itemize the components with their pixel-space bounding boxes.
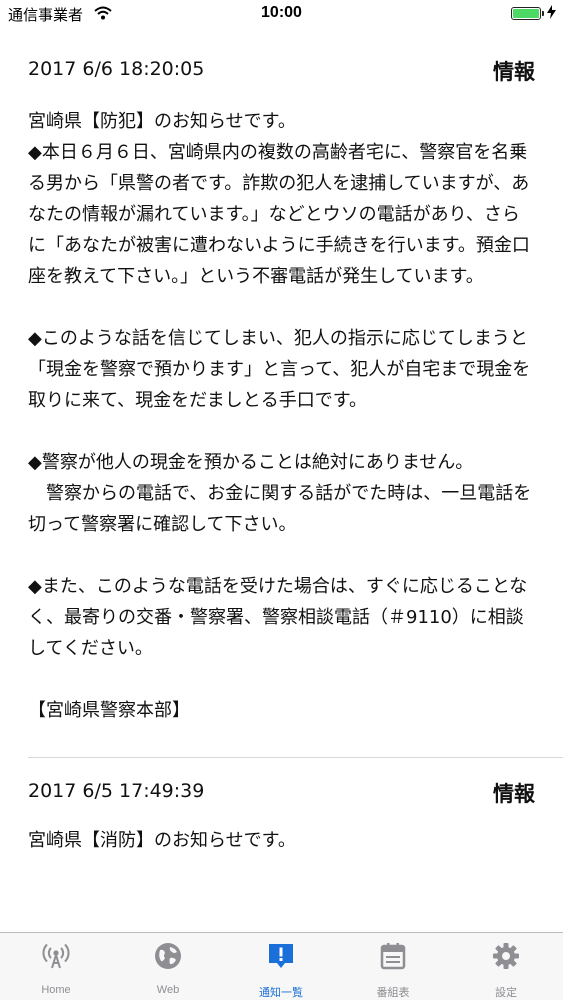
calendar-icon [380,943,406,970]
tab-notices[interactable]: 通知一覧 [225,933,337,1001]
notice-body: 宮崎県【消防】のお知らせです。 [28,830,296,851]
tab-notices-label: 通知一覧 [259,987,303,999]
tab-bar: Home Web 通知一覧 番組表 設定 [0,932,563,1000]
notice-date: 2017 6/5 17:49:39 [28,780,205,802]
gear-icon [493,943,519,969]
notice-body: 宮崎県【防犯】のお知らせです。 ◆本日６月６日、宮崎県内の複数の高齢者宅に、警察… [28,111,532,721]
globe-icon [155,943,181,969]
tab-web-label: Web [156,984,180,996]
tab-settings-label: 設定 [495,987,517,999]
battery-tip [542,11,544,16]
alert-bubble-icon [269,944,293,968]
tab-schedule-label: 番組表 [376,987,410,999]
charging-icon [547,5,556,24]
notice-header: 2017 6/6 18:20:05 情報 [28,30,535,106]
notice-category: 情報 [493,60,535,84]
notice-item[interactable]: 2017 6/6 18:20:05 情報 宮崎県【防犯】のお知らせです。 ◆本日… [0,30,563,726]
notice-item[interactable]: 2017 6/5 17:49:39 情報 宮崎県【消防】のお知らせです。 [0,758,563,856]
tab-home-label: Home [41,984,71,996]
notice-list[interactable]: 2017 6/6 18:20:05 情報 宮崎県【防犯】のお知らせです。 ◆本日… [0,30,563,932]
tab-settings[interactable]: 設定 [450,933,562,1001]
notice-category: 情報 [493,782,535,806]
notice-date: 2017 6/6 18:20:05 [28,58,205,80]
clock: 10:00 [261,4,302,21]
tab-web[interactable]: Web [112,933,224,1001]
status-bar: 通信事業者 10:00 [0,0,563,30]
tab-schedule[interactable]: 番組表 [337,933,449,1001]
notice-header: 2017 6/5 17:49:39 情報 [28,758,535,825]
antenna-icon [42,943,70,969]
tab-home[interactable]: Home [0,933,112,1001]
battery-icon [511,7,541,20]
